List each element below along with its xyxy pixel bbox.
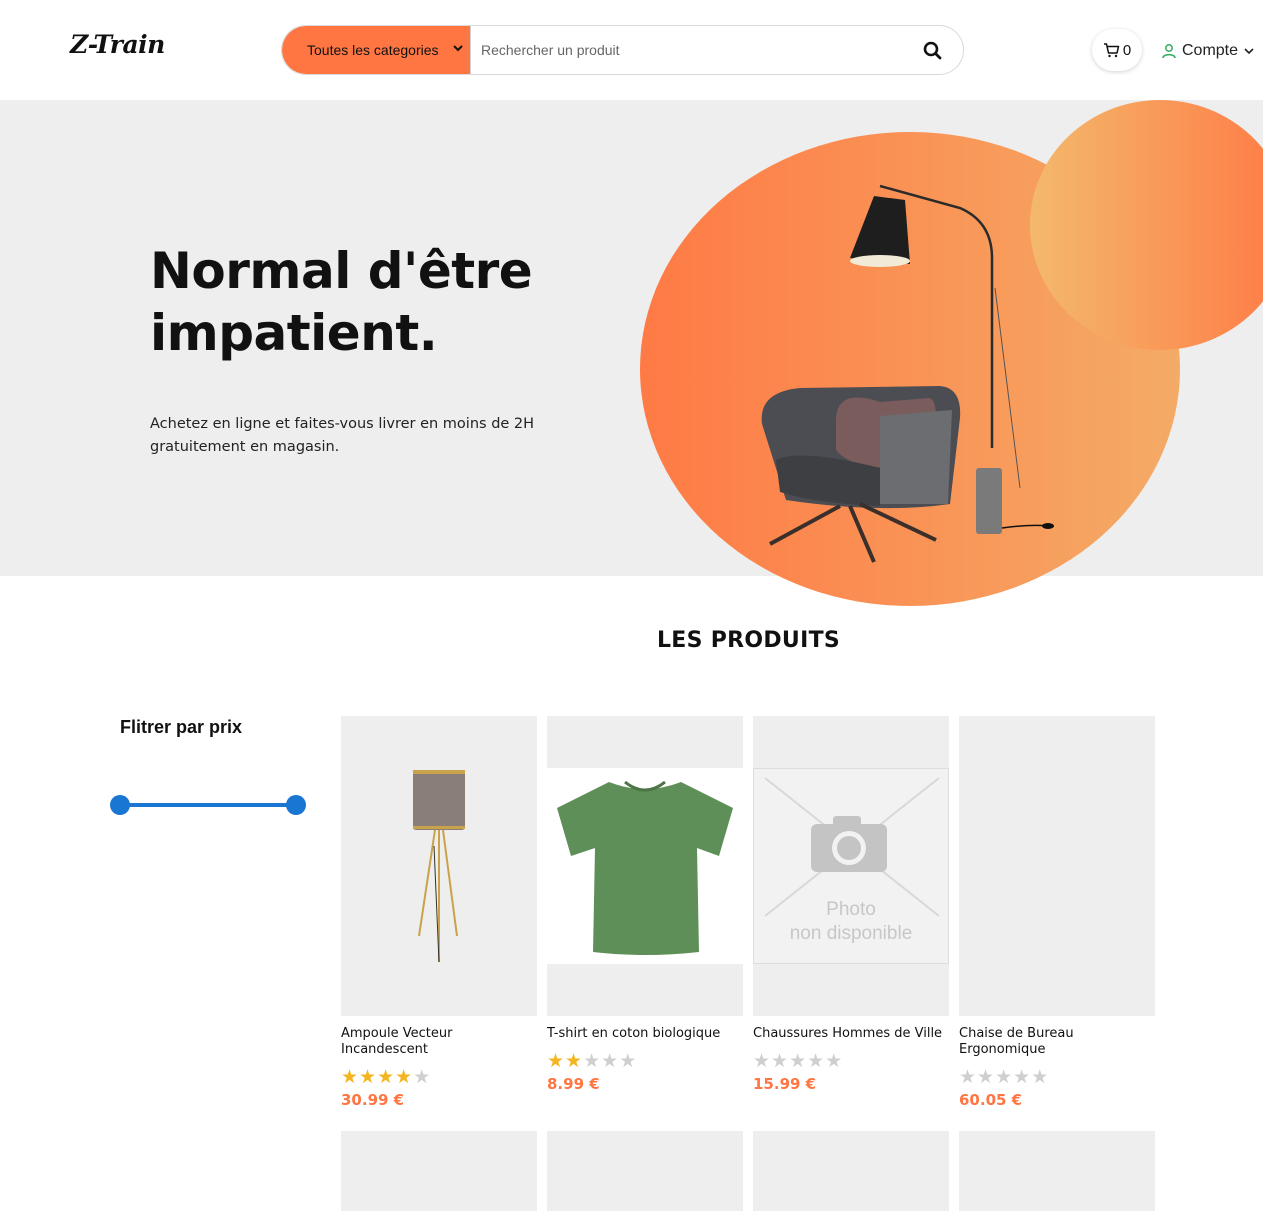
star-filled-icon: ★ — [341, 1067, 360, 1088]
product-image[interactable]: Photo non disponible — [753, 716, 949, 1016]
account-label: Compte — [1182, 42, 1239, 59]
photo-unavailable-line1: Photo — [826, 899, 876, 920]
category-select-label: Toutes les categories — [307, 42, 439, 58]
product-card[interactable]: Chaise de Bureau Ergonomique ★★★★★ 60.05… — [959, 716, 1155, 1109]
product-card[interactable]: T-shirt en coton biologique ★★★★★ 8.99 € — [547, 716, 743, 1093]
product-image[interactable] — [547, 716, 743, 1016]
section-title: LES PRODUITS — [656, 628, 841, 653]
star-empty-icon: ★ — [959, 1067, 978, 1088]
product-card-placeholder[interactable] — [959, 1131, 1155, 1211]
product-image[interactable] — [959, 716, 1155, 1016]
product-price: 30.99 € — [341, 1091, 405, 1109]
product-name[interactable]: Chaise de Bureau Ergonomique — [959, 1026, 1155, 1058]
hero-title: Normal d'être impatient. — [150, 242, 533, 362]
product-card[interactable]: Ampoule Vecteur Incandescent ★★★★★ 30.99… — [341, 716, 537, 1109]
cart-button[interactable]: 0 — [1092, 29, 1142, 71]
star-filled-icon: ★ — [359, 1067, 378, 1088]
star-empty-icon: ★ — [789, 1051, 808, 1072]
product-price: 8.99 € — [547, 1075, 600, 1093]
photo-unavailable-text: Photo non disponible — [753, 898, 949, 946]
star-filled-icon: ★ — [395, 1067, 414, 1088]
armchair-and-lamp-image — [761, 184, 1054, 563]
star-empty-icon: ★ — [995, 1067, 1014, 1088]
hero-banner: Normal d'être impatient. Achetez en lign… — [0, 100, 1263, 606]
category-select[interactable]: Toutes les categories — [282, 26, 471, 74]
product-card-placeholder[interactable] — [753, 1131, 949, 1211]
search-input[interactable] — [481, 38, 901, 62]
product-rating: ★★★★★ — [959, 1068, 1155, 1088]
filter-title: Flitrer par prix — [120, 717, 243, 737]
account-menu[interactable]: Compte — [1161, 40, 1255, 62]
search-icon[interactable] — [922, 40, 944, 62]
product-name[interactable]: Ampoule Vecteur Incandescent — [341, 1026, 537, 1058]
cart-count: 0 — [1122, 41, 1132, 59]
star-filled-icon: ★ — [565, 1051, 584, 1072]
slider-track — [120, 803, 296, 807]
product-image[interactable] — [341, 716, 537, 1016]
green-tshirt-image — [557, 780, 733, 955]
star-empty-icon: ★ — [601, 1051, 620, 1072]
product-name[interactable]: Chaussures Hommes de Ville — [753, 1026, 949, 1042]
user-icon — [1162, 44, 1176, 59]
slider-thumb-min[interactable] — [110, 795, 130, 815]
floor-lamp-image — [413, 770, 465, 963]
star-empty-icon: ★ — [619, 1051, 638, 1072]
product-rating: ★★★★★ — [341, 1068, 537, 1088]
star-filled-icon: ★ — [377, 1067, 396, 1088]
star-filled-icon: ★ — [547, 1051, 566, 1072]
product-card-placeholder[interactable] — [341, 1131, 537, 1211]
slider-thumb-max[interactable] — [286, 795, 306, 815]
star-empty-icon: ★ — [1031, 1067, 1050, 1088]
chevron-down-icon — [453, 45, 463, 52]
hero-subtitle: Achetez en ligne et faites-vous livrer e… — [150, 416, 535, 455]
star-empty-icon: ★ — [771, 1051, 790, 1072]
logo[interactable]: Z-Train — [70, 30, 165, 59]
site-header: Z-Train Toutes les categories 0 Compte — [0, 0, 1263, 100]
photo-unavailable-line2: non disponible — [789, 923, 913, 944]
photo-unavailable-image — [764, 777, 940, 917]
product-rating: ★★★★★ — [547, 1052, 743, 1072]
product-card-placeholder[interactable] — [547, 1131, 743, 1211]
star-empty-icon: ★ — [825, 1051, 844, 1072]
price-range-slider[interactable] — [110, 794, 306, 816]
product-name[interactable]: T-shirt en coton biologique — [547, 1026, 743, 1042]
star-empty-icon: ★ — [413, 1067, 432, 1088]
star-empty-icon: ★ — [1013, 1067, 1032, 1088]
star-empty-icon: ★ — [977, 1067, 996, 1088]
star-empty-icon: ★ — [807, 1051, 826, 1072]
cart-icon — [1103, 43, 1120, 58]
product-rating: ★★★★★ — [753, 1052, 949, 1072]
product-price: 60.05 € — [959, 1091, 1023, 1109]
star-empty-icon: ★ — [753, 1051, 772, 1072]
star-empty-icon: ★ — [583, 1051, 602, 1072]
product-price: 15.99 € — [753, 1075, 817, 1093]
chevron-down-icon — [1244, 48, 1254, 55]
product-card[interactable]: Photo non disponible Chaussures Hommes d… — [753, 716, 949, 1093]
search-bar: Toutes les categories — [281, 25, 964, 75]
